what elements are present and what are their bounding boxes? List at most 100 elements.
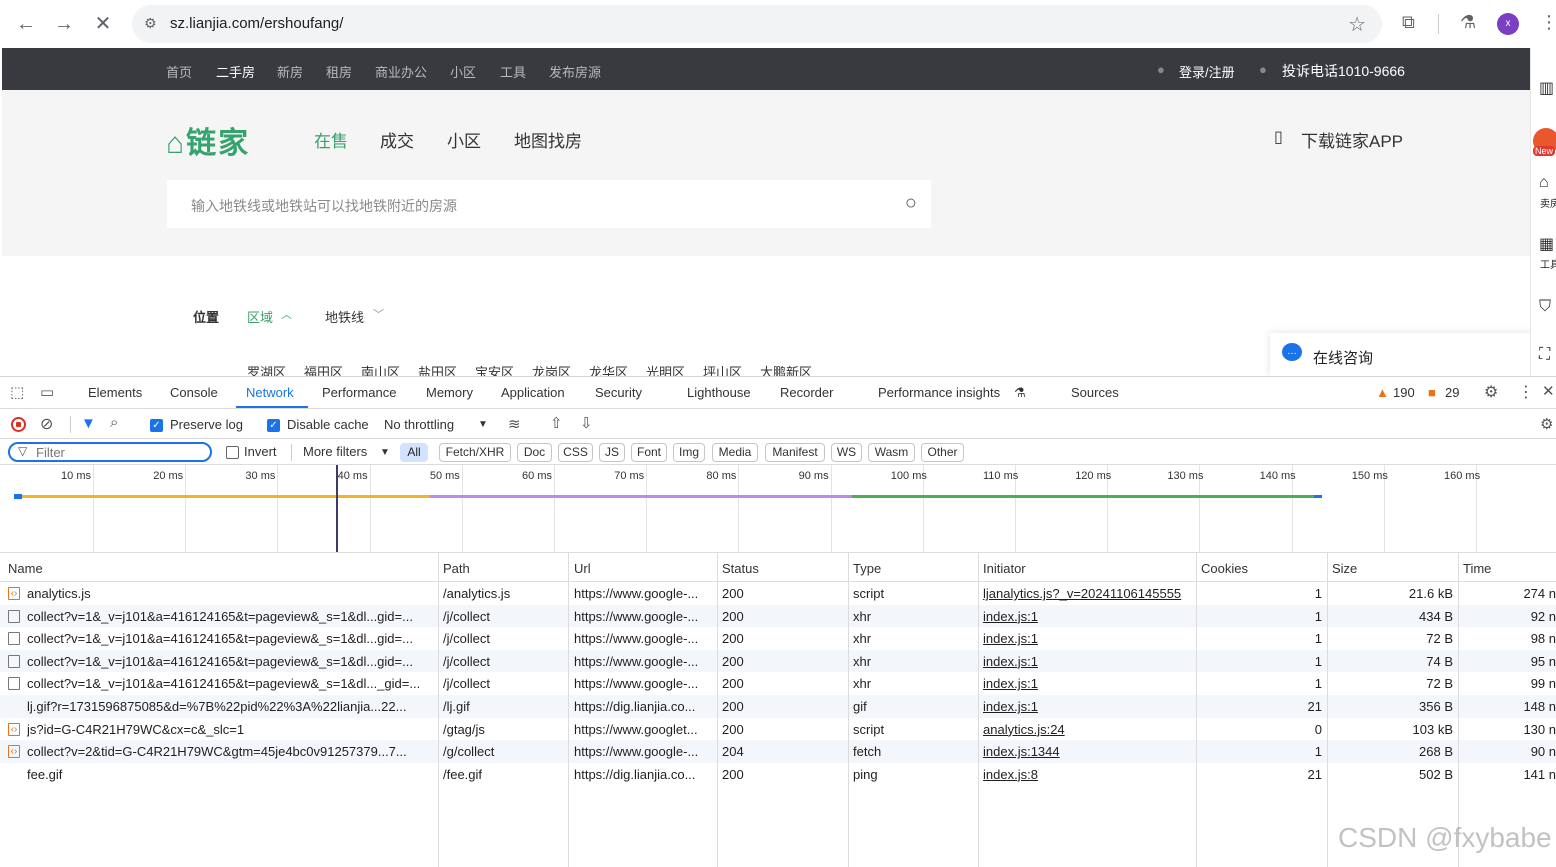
- col-path[interactable]: Path: [443, 561, 470, 576]
- network-overview-timeline[interactable]: 10 ms 20 ms 30 ms 40 ms 50 ms 60 ms 70 ms 80 ms…: [0, 465, 1556, 553]
- metro-tab[interactable]: 地铁线: [325, 307, 364, 326]
- request-name[interactable]: fee.gif: [27, 767, 435, 782]
- settings-gear-icon[interactable]: ⚙: [1484, 382, 1498, 402]
- warning-icon[interactable]: ▲: [1376, 385, 1389, 400]
- column-divider[interactable]: [1196, 553, 1197, 867]
- filter-funnel-icon[interactable]: ▼: [81, 415, 96, 432]
- import-har-icon[interactable]: ⇧: [550, 414, 563, 432]
- topnav-ershoufang[interactable]: 二手房: [216, 62, 255, 81]
- shield-icon[interactable]: ⛉: [1539, 298, 1551, 316]
- request-name[interactable]: collect?v=1&_v=j101&a=416124165&t=pagevi…: [27, 676, 435, 691]
- more-options-icon[interactable]: ⋮: [1518, 382, 1534, 402]
- col-time[interactable]: Time: [1463, 561, 1491, 576]
- issues-count[interactable]: 29: [1445, 385, 1459, 400]
- chip-img[interactable]: Img: [673, 443, 705, 462]
- tools-grid-icon[interactable]: ▦: [1539, 234, 1554, 254]
- back-arrow-icon[interactable]: ←: [12, 10, 40, 38]
- forward-arrow-icon[interactable]: →: [50, 10, 78, 38]
- online-consult-widget[interactable]: … 在线咨询: [1270, 333, 1532, 376]
- request-initiator[interactable]: index.js:1: [983, 609, 1194, 624]
- column-divider[interactable]: [438, 553, 439, 867]
- column-divider[interactable]: [1458, 553, 1459, 867]
- region-tab[interactable]: 区域: [247, 307, 273, 326]
- export-har-icon[interactable]: ⇩: [580, 414, 593, 432]
- mainnav-zaishou[interactable]: 在售: [314, 127, 348, 152]
- search-icon[interactable]: ○: [905, 192, 917, 215]
- issues-icon[interactable]: ■: [1428, 385, 1436, 400]
- search-icon[interactable]: ⌕: [110, 414, 118, 431]
- request-name[interactable]: collect?v=2&tid=G-C4R21H79WC&gtm=45je4bc…: [27, 744, 435, 759]
- tab-memory[interactable]: Memory: [426, 385, 473, 400]
- tab-console[interactable]: Console: [170, 385, 218, 400]
- table-row[interactable]: ‹› collect?v=2&tid=G-C4R21H79WC&gtm=45je4…: [0, 740, 1556, 763]
- chip-fetch-xhr[interactable]: Fetch/XHR: [439, 443, 511, 462]
- device-toolbar-icon[interactable]: ▭: [40, 383, 54, 401]
- request-name[interactable]: collect?v=1&_v=j101&a=416124165&t=pagevi…: [27, 631, 435, 646]
- preserve-log-checkbox[interactable]: ✓: [150, 419, 163, 432]
- column-divider[interactable]: [848, 553, 849, 867]
- request-name[interactable]: js?id=G-C4R21H79WC&cx=c&_slc=1: [27, 722, 435, 737]
- topnav-zufang[interactable]: 租房: [326, 62, 352, 81]
- table-row[interactable]: collect?v=1&_v=j101&a=416124165&t=pagevi…: [0, 604, 1556, 628]
- topnav-tools[interactable]: 工具: [500, 62, 526, 81]
- record-stop-icon[interactable]: [11, 417, 26, 432]
- request-initiator[interactable]: analytics.js:24: [983, 722, 1194, 737]
- throttling-select[interactable]: No throttling: [384, 417, 454, 432]
- col-name[interactable]: Name: [8, 561, 43, 576]
- col-initiator[interactable]: Initiator: [983, 561, 1026, 576]
- extensions-icon[interactable]: ⧉: [1402, 12, 1415, 33]
- chip-manifest[interactable]: Manifest: [765, 443, 825, 462]
- network-settings-icon[interactable]: ⚙: [1540, 415, 1553, 433]
- labs-flask-icon[interactable]: ⚗: [1460, 12, 1476, 33]
- tab-security[interactable]: Security: [595, 385, 642, 400]
- invert-checkbox[interactable]: [226, 446, 239, 459]
- timeline-cursor[interactable]: [336, 465, 338, 552]
- col-url[interactable]: Url: [574, 561, 591, 576]
- topnav-commercial[interactable]: 商业办公: [375, 62, 427, 81]
- lianjia-logo[interactable]: ⌂链家: [166, 118, 250, 162]
- col-size[interactable]: Size: [1332, 561, 1357, 576]
- table-row[interactable]: lj.gif?r=1731596875085&d=%7B%22pid%22%3A…: [0, 695, 1556, 718]
- house-search-input[interactable]: 输入地铁线或地铁站可以找地铁附近的房源 ○: [167, 180, 931, 228]
- column-divider[interactable]: [717, 553, 718, 867]
- table-row[interactable]: collect?v=1&_v=j101&a=416124165&t=pagevi…: [0, 649, 1556, 673]
- topnav-home[interactable]: 首页: [166, 62, 192, 81]
- site-info-icon[interactable]: ⚙: [144, 15, 157, 32]
- tab-recorder[interactable]: Recorder: [780, 385, 833, 400]
- chip-css[interactable]: CSS: [558, 443, 593, 462]
- invert-label[interactable]: Invert: [244, 444, 277, 459]
- request-initiator[interactable]: ljanalytics.js?_v=20241106145555: [983, 586, 1194, 601]
- tab-performance[interactable]: Performance: [322, 385, 396, 400]
- topnav-publish[interactable]: 发布房源: [549, 62, 601, 81]
- topnav-xiaoqu[interactable]: 小区: [450, 62, 476, 81]
- tab-elements[interactable]: Elements: [88, 385, 142, 400]
- warning-count[interactable]: 190: [1393, 385, 1415, 400]
- mainnav-map[interactable]: 地图找房: [514, 127, 582, 152]
- chip-ws[interactable]: WS: [831, 443, 862, 462]
- request-name[interactable]: collect?v=1&_v=j101&a=416124165&t=pagevi…: [27, 654, 435, 669]
- more-filters-chevron-icon[interactable]: ▼: [380, 447, 390, 458]
- request-initiator[interactable]: index.js:8: [983, 767, 1194, 782]
- column-divider[interactable]: [568, 553, 569, 867]
- tab-sources[interactable]: Sources: [1071, 385, 1119, 400]
- table-row[interactable]: collect?v=1&_v=j101&a=416124165&t=pagevi…: [0, 672, 1556, 695]
- throttling-dropdown-icon[interactable]: ▼: [478, 419, 488, 430]
- browser-menu-icon[interactable]: ⋮: [1540, 12, 1556, 33]
- sell-house-icon[interactable]: ⌂: [1539, 174, 1549, 192]
- bookmark-star-icon[interactable]: ☆: [1348, 12, 1366, 37]
- request-initiator[interactable]: index.js:1: [983, 699, 1194, 714]
- column-divider[interactable]: [1327, 553, 1328, 867]
- clear-icon[interactable]: ⊘: [40, 414, 53, 434]
- chip-all[interactable]: All: [400, 443, 428, 462]
- col-status[interactable]: Status: [722, 561, 759, 576]
- book-icon[interactable]: ▥: [1539, 78, 1554, 98]
- chip-js[interactable]: JS: [599, 443, 625, 462]
- chip-media[interactable]: Media: [712, 443, 758, 462]
- preserve-log-label[interactable]: Preserve log: [170, 417, 243, 432]
- profile-avatar[interactable]: x: [1497, 13, 1519, 35]
- request-initiator[interactable]: index.js:1: [983, 676, 1194, 691]
- tab-lighthouse[interactable]: Lighthouse: [687, 385, 751, 400]
- topnav-xinfang[interactable]: 新房: [277, 62, 303, 81]
- address-bar[interactable]: ⚙ sz.lianjia.com/ershoufang/ ☆: [132, 5, 1382, 43]
- disable-cache-checkbox[interactable]: ✓: [267, 419, 280, 432]
